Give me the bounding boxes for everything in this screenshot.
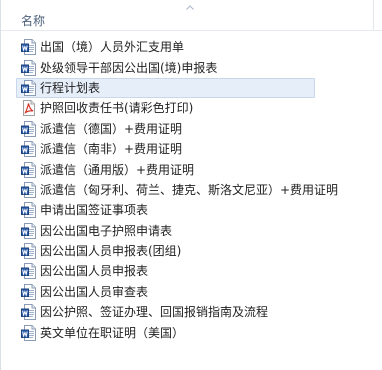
file-row[interactable]: 出国（境）人员外汇支用单 <box>1 37 382 57</box>
file-name: 行程计划表 <box>40 80 101 95</box>
word-document-icon <box>21 120 36 137</box>
file-row[interactable]: 护照回收责任书(请彩色打印) <box>1 98 382 118</box>
file-name: 因公出国人员审查表 <box>40 284 149 299</box>
file-row[interactable]: 派遣信（德国）+费用证明 <box>1 119 382 139</box>
word-document-icon <box>21 202 36 219</box>
word-document-icon <box>21 263 36 280</box>
word-document-icon <box>21 39 36 56</box>
file-name: 处级领导干部因公出国(境)申报表 <box>40 60 218 75</box>
file-row[interactable]: 因公出国人员审查表 <box>1 282 382 302</box>
file-name: 派遣信（南非）+费用证明 <box>40 142 183 157</box>
file-name: 派遣信（匈牙利、荷兰、捷克、斯洛文尼亚）+费用证明 <box>40 182 339 197</box>
file-name: 因公出国人员申报表 <box>40 264 149 279</box>
file-name: 因公出国电子护照申请表 <box>40 223 173 238</box>
file-row[interactable]: 申请出国签证事项表 <box>1 200 382 220</box>
word-document-icon <box>21 283 36 300</box>
file-name: 护照回收责任书(请彩色打印) <box>40 101 194 116</box>
file-list-pane: 名称 出国（境）人员外汇支用单处级领导干部因公出国(境)申报表 行程计划表护照回收… <box>0 0 382 370</box>
word-document-icon <box>21 141 36 158</box>
file-row[interactable]: 因公护照、签证办理、回国报销指南及流程 <box>1 302 382 322</box>
word-document-icon <box>21 79 36 96</box>
file-row[interactable]: 英文单位在职证明（美国） <box>1 322 382 342</box>
column-divider[interactable] <box>373 0 374 30</box>
word-document-icon <box>21 304 36 321</box>
file-list: 出国（境）人员外汇支用单处级领导干部因公出国(境)申报表 行程计划表护照回收责任书… <box>1 37 382 343</box>
word-document-icon <box>21 161 36 178</box>
file-name: 出国（境）人员外汇支用单 <box>40 40 185 55</box>
file-name: 因公护照、签证办理、回国报销指南及流程 <box>40 305 269 320</box>
word-document-icon <box>21 222 36 239</box>
file-row[interactable]: 因公出国人员申报表 <box>1 261 382 281</box>
column-header[interactable]: 名称 <box>1 0 382 31</box>
file-row[interactable]: 因公出国人员申报表(团组) <box>1 241 382 261</box>
file-row[interactable]: 因公出国电子护照申请表 <box>1 221 382 241</box>
file-row[interactable]: 派遣信（匈牙利、荷兰、捷克、斯洛文尼亚）+费用证明 <box>1 180 382 200</box>
file-name: 派遣信（通用版）+费用证明 <box>40 162 195 177</box>
pdf-document-icon <box>23 100 35 117</box>
file-name: 派遣信（德国）+费用证明 <box>40 121 183 136</box>
word-document-icon <box>21 59 36 76</box>
file-row[interactable]: 派遣信（南非）+费用证明 <box>1 139 382 159</box>
file-name: 英文单位在职证明（美国） <box>40 325 185 340</box>
file-name: 申请出国签证事项表 <box>40 203 149 218</box>
name-column-header[interactable]: 名称 <box>21 12 45 29</box>
word-document-icon <box>21 243 36 260</box>
file-name: 因公出国人员申报表(团组) <box>40 244 182 259</box>
sort-ascending-icon <box>186 5 194 10</box>
word-document-icon <box>21 324 36 341</box>
file-row[interactable]: 处级领导干部因公出国(境)申报表 <box>1 57 382 77</box>
word-document-icon <box>21 181 36 198</box>
file-row[interactable]: 行程计划表 <box>16 77 315 99</box>
file-row[interactable]: 派遣信（通用版）+费用证明 <box>1 159 382 179</box>
